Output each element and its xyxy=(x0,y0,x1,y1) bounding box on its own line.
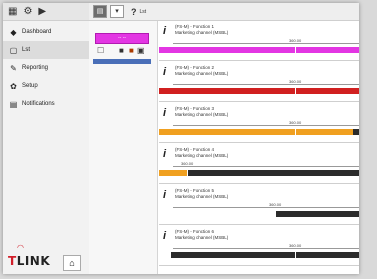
editor-panel: -- -- ☐ ■ ■ ▣ xyxy=(89,21,158,274)
sidebar-item-reporting[interactable]: ✎ Reporting xyxy=(3,59,89,77)
meter-row[interactable]: i (FS-M) - Fonction 4 Marketing channel (M… xyxy=(159,146,359,187)
meter-scale xyxy=(173,166,359,167)
meter-scale xyxy=(173,125,359,126)
list-icon: ▢ xyxy=(9,45,18,55)
meter-marker xyxy=(187,170,188,176)
info-icon[interactable]: i xyxy=(163,230,166,242)
meter-subtitle-line: Marketing channel (MSBL) xyxy=(175,71,229,76)
sidebar-item-notifications[interactable]: ▤ Notifications xyxy=(3,95,89,113)
meter-subtitle-line: Marketing channel (MSBL) xyxy=(175,194,229,199)
sidebar-item-label: Notifications xyxy=(22,101,55,107)
info-icon[interactable]: i xyxy=(163,25,166,37)
meter-subtitle-line: Marketing channel (MSBL) xyxy=(175,153,229,158)
meter-value-label: 360.00 xyxy=(181,161,194,166)
meter-track xyxy=(159,47,359,53)
sidebar-item-list[interactable]: ▢ Lst xyxy=(3,41,89,59)
meter-marker xyxy=(295,129,296,135)
meter-marker xyxy=(275,211,276,217)
row-divider xyxy=(159,265,359,266)
meter-value-label: 360.00 xyxy=(289,120,302,125)
help-button[interactable]: ? xyxy=(131,7,137,17)
meter-row[interactable]: i (FS-M) - Fonction 5 Marketing channel (M… xyxy=(159,187,359,228)
sidebar-top-toolbar: ▦ ⚙ ▶ xyxy=(3,3,89,21)
meter-subtitle-line: Marketing channel (MSBL) xyxy=(175,30,229,35)
sidebar: ▦ ⚙ ▶ ◆ Dashboard ▢ Lst ✎ Reporting ✿ Se… xyxy=(3,3,90,274)
meter-scale xyxy=(173,248,359,249)
row-divider xyxy=(159,224,359,225)
meter-track xyxy=(159,129,359,135)
meter-row[interactable]: i (FS-M) - Fonction 6 Marketing channel (M… xyxy=(159,228,359,269)
sidebar-item-setup[interactable]: ✿ Setup xyxy=(3,77,89,95)
sidebar-item-label: Dashboard xyxy=(22,29,52,35)
info-icon[interactable]: i xyxy=(163,107,166,119)
home-button[interactable]: ⌂ xyxy=(63,255,81,271)
meter-fill xyxy=(159,47,359,53)
meter-row[interactable]: i (FS-M) - Fonction 2 Marketing channel (M… xyxy=(159,64,359,105)
row-divider xyxy=(159,101,359,102)
editor-selection-row[interactable] xyxy=(93,59,151,64)
meter-track xyxy=(159,252,359,258)
meter-scale xyxy=(173,207,359,208)
meter-track xyxy=(159,170,359,176)
meter-title: (FS-M) - Fonction 3 Marketing channel (MS… xyxy=(175,106,228,118)
dashboard-icon: ◆ xyxy=(10,27,17,37)
gear-icon: ✿ xyxy=(10,81,17,91)
meter-value-label: 360.00 xyxy=(269,202,282,207)
meter-marker xyxy=(295,252,296,258)
info-icon[interactable]: i xyxy=(163,66,166,78)
row-divider xyxy=(159,142,359,143)
selected-channel-bar[interactable]: -- -- xyxy=(95,33,149,44)
meter-subtitle-line: Marketing channel (MSBL) xyxy=(175,235,229,240)
meter-row[interactable]: i (FS-M) - Fonction 1 Marketing channel (M… xyxy=(159,23,359,64)
info-icon[interactable]: i xyxy=(163,148,166,160)
meter-fill xyxy=(159,129,353,135)
meter-value-label: 360.00 xyxy=(289,79,302,84)
meter-track xyxy=(159,88,359,94)
row-divider xyxy=(159,183,359,184)
view-toolbar: ▤ ▾ ? Lst xyxy=(89,3,359,21)
sidebar-item-dashboard[interactable]: ◆ Dashboard xyxy=(3,23,89,41)
stop-icon[interactable]: ■ xyxy=(119,45,124,57)
meter-marker xyxy=(295,88,296,94)
meter-row[interactable]: i (FS-M) - Fonction 3 Marketing channel (M… xyxy=(159,105,359,146)
sidebar-nav: ◆ Dashboard ▢ Lst ✎ Reporting ✿ Setup ▤ … xyxy=(3,23,89,113)
meter-track xyxy=(159,211,359,217)
meter-fill xyxy=(159,170,187,176)
tlink-logo: TLINK xyxy=(8,254,51,268)
meter-fill xyxy=(159,88,359,94)
meter-value-label: 360.00 xyxy=(289,243,302,248)
bell-icon: ▤ xyxy=(9,99,18,109)
meter-title: (FS-M) - Fonction 1 Marketing channel (MS… xyxy=(175,24,228,36)
dropdown-button[interactable]: ▾ xyxy=(110,5,124,18)
meter-fill xyxy=(159,252,171,258)
wireless-icon: ◠ xyxy=(17,243,24,252)
gear-icon[interactable]: ⚙ xyxy=(23,6,32,17)
row-divider xyxy=(159,60,359,61)
meter-title: (FS-M) - Fonction 5 Marketing channel (MS… xyxy=(175,188,228,200)
meter-title: (FS-M) - Fonction 4 Marketing channel (MS… xyxy=(175,147,228,159)
info-icon[interactable]: i xyxy=(163,189,166,201)
sidebar-item-label: Setup xyxy=(22,83,38,89)
square-icon[interactable]: ☐ xyxy=(97,45,104,57)
meter-marker xyxy=(295,47,296,53)
flag-icon[interactable]: ▣ xyxy=(137,45,145,57)
meter-title: (FS-M) - Fonction 2 Marketing channel (MS… xyxy=(175,65,228,77)
meter-title: (FS-M) - Fonction 6 Marketing channel (MS… xyxy=(175,229,228,241)
app-window: ▦ ⚙ ▶ ◆ Dashboard ▢ Lst ✎ Reporting ✿ Se… xyxy=(3,3,359,274)
meter-fill xyxy=(159,211,275,217)
report-icon: ✎ xyxy=(10,63,17,73)
meter-scale xyxy=(173,84,359,85)
play-icon[interactable]: ▶ xyxy=(38,6,46,17)
sidebar-item-label: Reporting xyxy=(22,65,49,71)
grid-icon[interactable]: ▦ xyxy=(8,6,17,17)
toolbar-label: Lst xyxy=(139,8,147,15)
meter-value-label: 360.00 xyxy=(289,38,302,43)
color-icon[interactable]: ■ xyxy=(129,45,134,57)
meter-subtitle-line: Marketing channel (MSBL) xyxy=(175,112,229,117)
sidebar-item-label: Lst xyxy=(22,47,31,53)
meter-scale xyxy=(173,43,359,44)
grid-view-button[interactable]: ▤ xyxy=(93,5,107,18)
